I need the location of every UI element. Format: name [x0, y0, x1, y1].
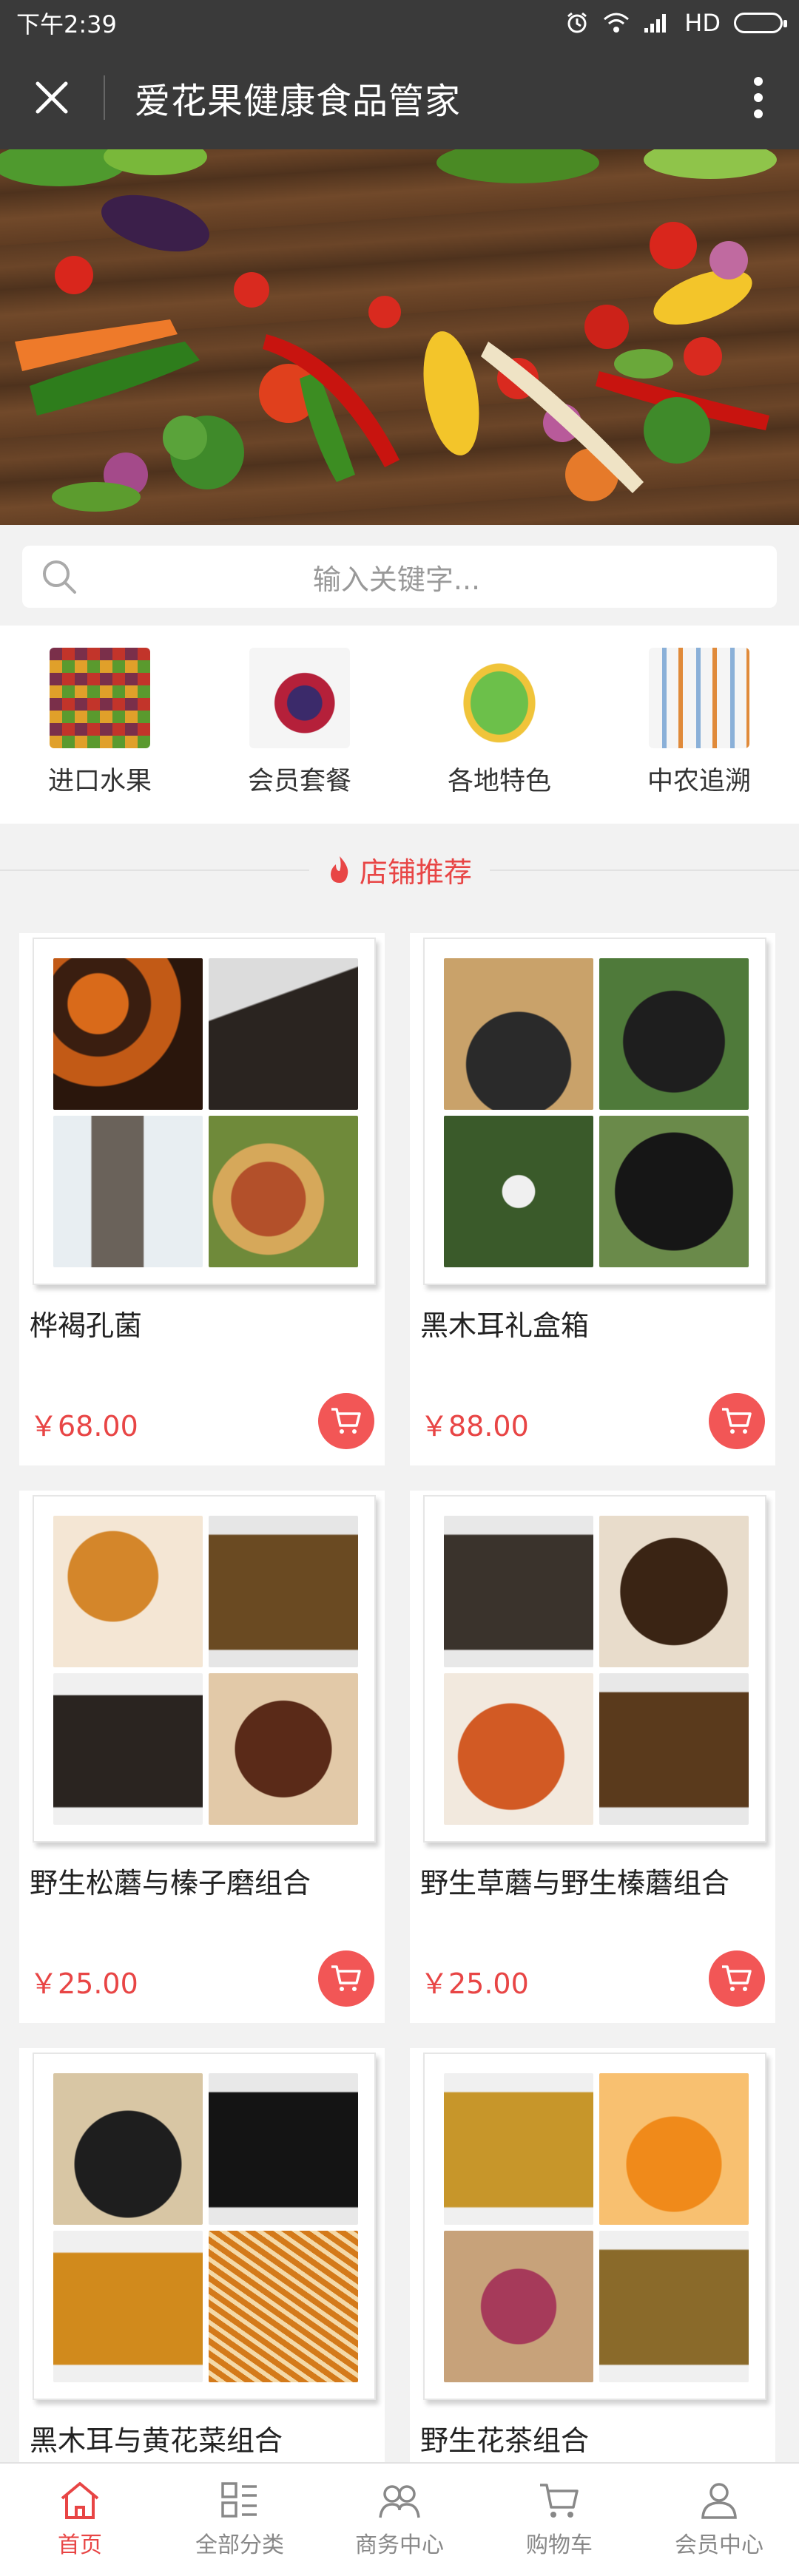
user-icon [701, 2483, 737, 2519]
category-label: 会员套餐 [247, 767, 351, 796]
tab-business-center[interactable]: 商务中心 [320, 2464, 479, 2576]
product-card[interactable]: 野生松蘑与榛子磨组合 ￥25.00 [19, 1491, 385, 2023]
bottom-tab-bar: 首页 全部分类 商务中心 购物车 会员中心 [0, 2462, 799, 2576]
product-card[interactable]: 桦褐孔菌 ￥68.00 [19, 933, 385, 1465]
product-image [33, 2053, 376, 2400]
tab-label: 购物车 [526, 2532, 593, 2558]
category-member-package[interactable]: 会员套餐 [200, 626, 400, 824]
category-icon [221, 2482, 257, 2518]
cart-icon [722, 1408, 752, 1434]
tab-shopping-cart[interactable]: 购物车 [479, 2464, 639, 2576]
product-image [423, 938, 766, 1285]
product-name: 黑木耳礼盒箱 [420, 1309, 590, 1342]
tab-label: 首页 [58, 2532, 102, 2558]
tab-label: 会员中心 [675, 2532, 763, 2558]
wifi-icon [603, 12, 630, 34]
product-name: 野生花茶组合 [420, 2424, 590, 2457]
product-name: 野生松蘑与榛子磨组合 [30, 1867, 311, 1899]
tab-member-center[interactable]: 会员中心 [639, 2464, 799, 2576]
product-card[interactable]: 野生草蘑与野生榛蘑组合 ￥25.00 [410, 1491, 775, 2023]
title-bar: 爱花果健康食品管家 [0, 46, 799, 149]
imported-fruit-image [50, 648, 150, 748]
add-to-cart-button[interactable] [318, 1393, 374, 1449]
status-time: 下午2:39 [16, 10, 117, 38]
cart-icon [540, 2484, 579, 2518]
search-input[interactable]: 输入关键字... [22, 546, 777, 608]
category-label: 中农追溯 [647, 767, 751, 796]
home-icon [61, 2482, 99, 2519]
fire-icon [330, 856, 348, 883]
cart-icon [722, 1965, 752, 1991]
product-price: ￥25.00 [30, 1967, 138, 2000]
battery-icon [734, 13, 787, 33]
section-title-wrap: 店铺推荐 [309, 849, 490, 890]
tab-label: 全部分类 [195, 2532, 284, 2558]
product-image [33, 938, 376, 1285]
close-button[interactable] [0, 46, 104, 149]
search-placeholder: 输入关键字... [312, 563, 481, 596]
product-price: ￥25.00 [420, 1967, 529, 2000]
status-icons: HD [564, 9, 787, 37]
product-price: ￥68.00 [30, 1410, 138, 1443]
vegetables-banner-image [0, 149, 777, 512]
alarm-icon [564, 10, 590, 35]
add-to-cart-button[interactable] [709, 1950, 765, 2007]
tab-label: 商务中心 [355, 2532, 444, 2558]
product-card[interactable]: 黑木耳礼盒箱 ￥88.00 [410, 933, 775, 1465]
network-type: HD [684, 9, 721, 37]
tab-home[interactable]: 首页 [0, 2464, 160, 2576]
page-title: 爱花果健康食品管家 [135, 81, 462, 122]
product-name: 桦褐孔菌 [30, 1309, 143, 1342]
add-to-cart-button[interactable] [318, 1950, 374, 2007]
section-header: 店铺推荐 [0, 824, 799, 915]
close-icon [36, 81, 68, 114]
category-traceability[interactable]: 中农追溯 [599, 626, 799, 824]
tab-all-categories[interactable]: 全部分类 [160, 2464, 320, 2576]
category-imported-fruit[interactable]: 进口水果 [0, 626, 200, 824]
cart-icon [331, 1408, 361, 1434]
product-image [423, 1495, 766, 1843]
category-label: 进口水果 [47, 767, 152, 796]
search-icon [43, 560, 76, 594]
product-price: ￥88.00 [420, 1410, 529, 1443]
business-icon [379, 2485, 420, 2518]
product-name: 野生草蘑与野生榛蘑组合 [420, 1867, 730, 1899]
category-regional-specialty[interactable]: 各地特色 [400, 626, 599, 824]
product-image [33, 1495, 376, 1843]
more-menu-button[interactable] [718, 46, 799, 149]
more-vertical-icon [754, 77, 763, 118]
status-bar: 下午2:39 HD [0, 0, 799, 46]
regional-map-image [449, 648, 550, 748]
category-nav: 进口水果 会员套餐 各地特色 中农追溯 [0, 626, 799, 824]
search-section: 输入关键字... [0, 525, 799, 626]
category-label: 各地特色 [447, 767, 551, 796]
signal-icon [643, 12, 671, 34]
add-to-cart-button[interactable] [709, 1393, 765, 1449]
product-name: 黑木耳与黄花菜组合 [30, 2424, 283, 2457]
member-package-image [249, 648, 350, 748]
section-title: 店铺推荐 [359, 855, 472, 889]
product-image [423, 2053, 766, 2400]
traceability-image [649, 648, 749, 748]
hero-banner[interactable] [0, 149, 799, 525]
cart-icon [331, 1965, 361, 1991]
